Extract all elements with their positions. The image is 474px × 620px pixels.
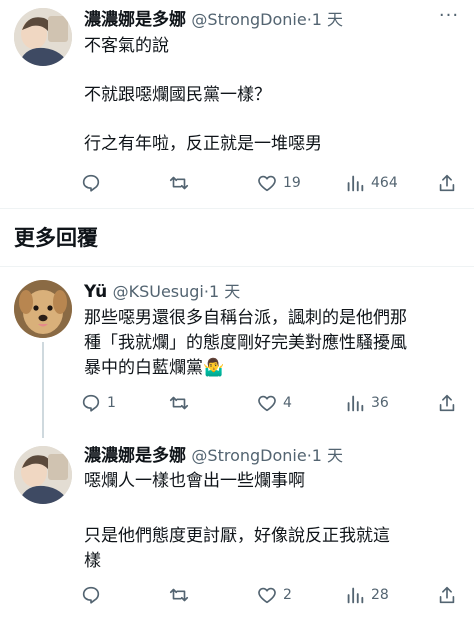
- timestamp[interactable]: 1 天: [209, 282, 240, 301]
- reply-button[interactable]: 1: [80, 390, 116, 416]
- like-count: 4: [283, 395, 292, 411]
- avatar[interactable]: [14, 446, 72, 504]
- timestamp[interactable]: 1 天: [312, 446, 343, 465]
- reply-icon: [82, 394, 100, 412]
- share-button[interactable]: [436, 390, 458, 416]
- reply-button[interactable]: [80, 170, 107, 196]
- tweet-header: Yü @KSUesugi·1 天: [84, 281, 240, 303]
- tweet-header: 濃濃娜是多娜 @StrongDonie·1 天: [84, 445, 343, 467]
- avatar[interactable]: [14, 8, 72, 66]
- tweet-reply[interactable]: Yü @KSUesugi·1 天 那些噁男還很多自稱台派，諷刺的是他們那 種「我…: [0, 272, 474, 438]
- tweet-text: 噁爛人一樣也會出一些爛事啊 只是他們態度更討厭，好像說反正我就這 樣: [84, 469, 456, 574]
- retweet-icon: [169, 588, 189, 602]
- avatar[interactable]: [14, 280, 72, 338]
- more-replies-heading: 更多回覆: [14, 226, 98, 250]
- like-count: 19: [283, 175, 301, 191]
- tweet-line: 不客氣的說: [84, 36, 169, 56]
- views-icon: [347, 587, 364, 604]
- views-icon: [347, 175, 364, 192]
- tweet-text: 那些噁男還很多自稱台派，諷刺的是他們那 種「我就爛」的態度剛好完美對應性騷擾風 …: [84, 306, 456, 381]
- tweet-line: 只是他們態度更討厭，好像說反正我就這: [84, 526, 390, 546]
- views-button[interactable]: 464: [344, 170, 398, 196]
- action-bar: 19 464: [80, 170, 460, 196]
- view-count: 36: [371, 395, 389, 411]
- reply-icon: [82, 586, 100, 604]
- share-button[interactable]: [436, 170, 458, 196]
- avatar-photo: [14, 8, 72, 66]
- action-bar: 2 28: [80, 582, 460, 608]
- retweet-icon: [169, 396, 189, 410]
- tweet-reply[interactable]: 濃濃娜是多娜 @StrongDonie·1 天 噁爛人一樣也會出一些爛事啊 只是…: [0, 440, 474, 620]
- share-icon: [439, 586, 455, 604]
- like-button[interactable]: 4: [256, 390, 292, 416]
- tweet-line: 樣: [84, 551, 101, 571]
- tweet-line: 不就跟噁爛國民黨一樣？: [84, 85, 271, 105]
- view-count: 464: [371, 175, 398, 191]
- tweet-line: 暴中的白藍爛黨🤷‍♂️: [84, 358, 225, 378]
- more-options-icon[interactable]: ···: [434, 7, 464, 30]
- view-count: 28: [371, 587, 389, 603]
- author-name[interactable]: Yü: [84, 282, 107, 302]
- share-icon: [439, 394, 455, 412]
- author-handle[interactable]: @KSUesugi: [113, 282, 204, 301]
- like-button[interactable]: 2: [256, 582, 292, 608]
- divider: [0, 208, 474, 209]
- divider: [0, 266, 474, 267]
- timestamp[interactable]: 1 天: [312, 10, 343, 29]
- heart-icon: [258, 587, 276, 604]
- retweet-button[interactable]: [168, 390, 195, 416]
- heart-icon: [258, 395, 276, 412]
- author-handle[interactable]: @StrongDonie: [191, 10, 306, 29]
- avatar-photo: [14, 446, 72, 504]
- reply-button[interactable]: [80, 582, 107, 608]
- tweet-text: 不客氣的說 不就跟噁爛國民黨一樣？ 行之有年啦，反正就是一堆噁男: [84, 34, 456, 157]
- tweet-line: 行之有年啦，反正就是一堆噁男: [84, 134, 322, 154]
- tweet-header: 濃濃娜是多娜 @StrongDonie·1 天: [84, 9, 343, 31]
- share-button[interactable]: [436, 582, 458, 608]
- author-name[interactable]: 濃濃娜是多娜: [84, 446, 186, 466]
- thread-connector: [42, 342, 44, 438]
- views-icon: [347, 395, 364, 412]
- author-handle[interactable]: @StrongDonie: [191, 446, 306, 465]
- views-button[interactable]: 36: [344, 390, 389, 416]
- heart-icon: [258, 175, 276, 192]
- author-name[interactable]: 濃濃娜是多娜: [84, 10, 186, 30]
- tweet-line: 種「我就爛」的態度剛好完美對應性騷擾風: [84, 333, 407, 353]
- views-button[interactable]: 28: [344, 582, 389, 608]
- tweet-line: 那些噁男還很多自稱台派，諷刺的是他們那: [84, 308, 407, 328]
- like-button[interactable]: 19: [256, 170, 301, 196]
- retweet-button[interactable]: [168, 582, 195, 608]
- share-icon: [439, 174, 455, 192]
- reply-count: 1: [107, 395, 116, 411]
- tweet-main[interactable]: 濃濃娜是多娜 @StrongDonie·1 天 ··· 不客氣的說 不就跟噁爛國…: [0, 0, 474, 210]
- retweet-button[interactable]: [168, 170, 195, 196]
- like-count: 2: [283, 587, 292, 603]
- reply-icon: [82, 174, 100, 192]
- dog-avatar-photo: [14, 280, 72, 338]
- action-bar: 1 4 36: [80, 390, 460, 416]
- tweet-line: 噁爛人一樣也會出一些爛事啊: [84, 471, 305, 491]
- retweet-icon: [169, 176, 189, 190]
